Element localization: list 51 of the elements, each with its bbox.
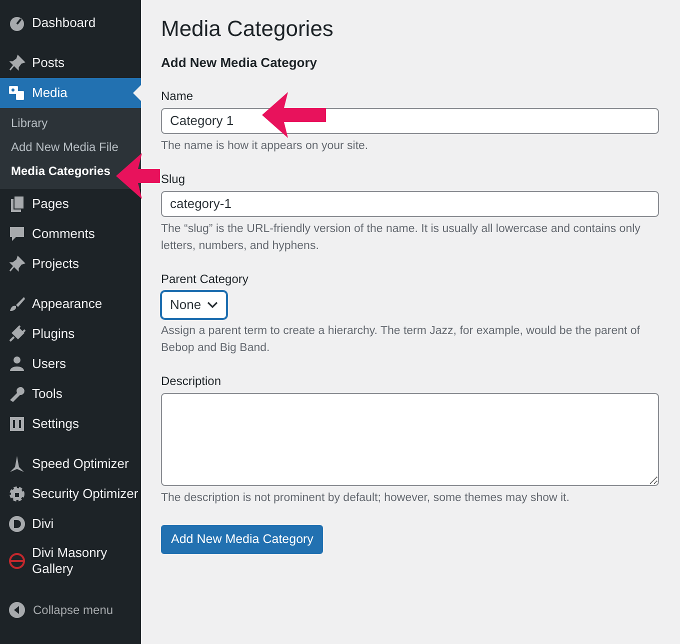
letter-circle-icon	[8, 515, 26, 533]
comment-icon	[8, 225, 26, 243]
help-text: The name is how it appears on your site.	[161, 138, 370, 154]
submenu-item[interactable]: Add New Media File	[11, 135, 118, 159]
page-title: Media Categories	[161, 16, 334, 42]
media-icon	[8, 84, 26, 102]
settings-icon	[8, 415, 26, 433]
form-title: Add New Media Category	[161, 55, 318, 71]
submit-button[interactable]: Add New Media Category	[161, 524, 324, 554]
sidebar-item[interactable]: Divi	[0, 509, 141, 539]
input-field[interactable]: Category 1	[161, 108, 659, 134]
plug-icon	[8, 325, 26, 343]
gear-icon	[8, 485, 26, 503]
field-label: Name	[161, 88, 194, 105]
pin-icon	[8, 54, 26, 72]
help-text: The “slug” is the URL-friendly version of the name. It is usually all lowercase and contains only letters, numbers, and hyphens.	[161, 222, 642, 254]
submenu-item[interactable]: Library	[11, 111, 48, 135]
sidebar-item[interactable]: Divi Masonry Gallery	[0, 539, 141, 583]
sidebar-item[interactable]: Security Optimizer	[0, 479, 141, 509]
sidebar-item[interactable]: Media	[0, 78, 141, 108]
dashboard-icon	[8, 14, 26, 32]
sidebar-item[interactable]: Speed Optimizer	[0, 449, 141, 479]
sidebar-item[interactable]: Plugins	[0, 319, 141, 349]
pin-icon	[8, 255, 26, 273]
text-area[interactable]	[161, 392, 659, 486]
field-label: Slug	[161, 170, 186, 188]
annotation-arrow	[262, 92, 326, 138]
sidebar-item[interactable]: Posts	[0, 48, 141, 78]
sidebar-item[interactable]: Comments	[0, 219, 141, 249]
chevron-down-icon	[207, 300, 218, 309]
user-icon	[8, 355, 26, 373]
sidebar-item[interactable]: Settings	[0, 409, 141, 439]
submenu-item[interactable]: Media Categories	[11, 159, 110, 183]
sidebar-item[interactable]: Tools	[0, 379, 141, 409]
dropdown[interactable]: None	[161, 290, 228, 319]
sidebar-item[interactable]: Pages	[0, 189, 141, 219]
pages-icon	[8, 195, 26, 213]
help-text: Assign a parent term to create a hierarchy. The term Jazz, for example, would be the parent of Bebop and Big Band.	[161, 324, 641, 356]
field-label: Parent Category	[161, 270, 248, 288]
annotation-arrow	[116, 153, 160, 199]
sidebar-item[interactable]: Projects	[0, 249, 141, 279]
sidebar-item[interactable]: Dashboard	[0, 8, 141, 38]
help-text: The description is not prominent by default; however, some themes may show it.	[161, 490, 570, 506]
collapse-menu-button[interactable]: Collapse menu	[0, 593, 114, 627]
brush-icon	[8, 295, 26, 313]
collapse-icon	[9, 602, 25, 618]
field-label: Description	[161, 372, 222, 390]
input-field[interactable]: category-1	[161, 190, 659, 217]
sidebar-item[interactable]: Appearance	[0, 289, 141, 319]
sidebar-item[interactable]: Users	[0, 349, 141, 379]
wrench-icon	[8, 385, 26, 403]
